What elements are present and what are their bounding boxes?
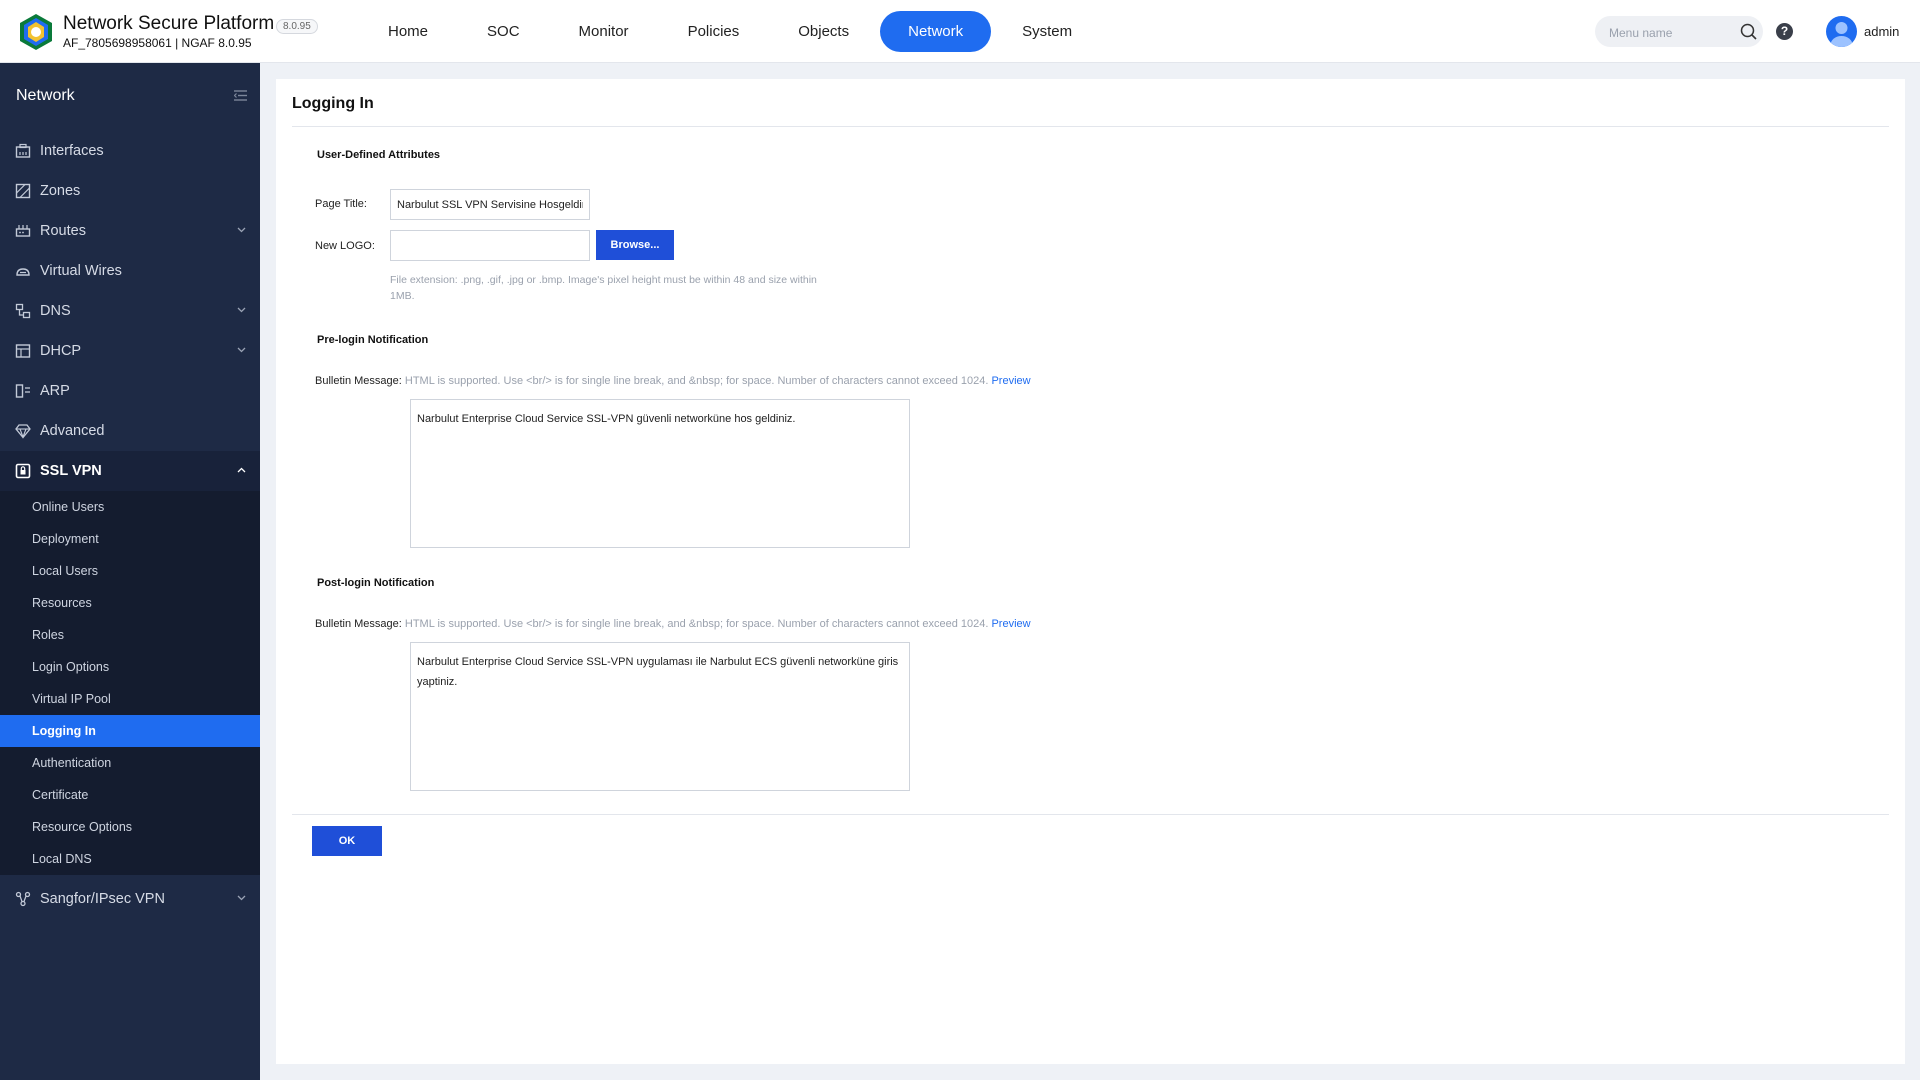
sidebar-title: Network bbox=[16, 87, 75, 104]
sidebar-item-label: SSL VPN bbox=[40, 463, 102, 479]
new-logo-file-field[interactable] bbox=[390, 230, 590, 261]
pre-login-preview-link[interactable]: Preview bbox=[991, 375, 1030, 387]
browse-button[interactable]: Browse... bbox=[596, 230, 674, 260]
zones-icon bbox=[15, 183, 31, 199]
sidebar-item-label: ARP bbox=[40, 383, 70, 399]
avatar[interactable] bbox=[1826, 16, 1857, 47]
sidebar-subitem-resource-options[interactable]: Resource Options bbox=[0, 811, 260, 843]
nav-home[interactable]: Home bbox=[360, 11, 456, 52]
advanced-icon bbox=[15, 424, 31, 439]
pre-login-bulletin-hint: HTML is supported. Use <br/> is for sing… bbox=[404, 375, 989, 387]
sidebar-item-label: Routes bbox=[40, 223, 86, 239]
pre-login-message-textarea[interactable]: Narbulut Enterprise Cloud Service SSL-VP… bbox=[410, 399, 910, 548]
sidebar-item-label: DNS bbox=[40, 303, 71, 319]
ssl-vpn-submenu: Online Users Deployment Local Users Reso… bbox=[0, 491, 260, 875]
sidebar-item-label: Virtual Wires bbox=[40, 263, 122, 279]
sidebar-subitem-local-users[interactable]: Local Users bbox=[0, 555, 260, 587]
virtual-wires-icon bbox=[16, 268, 30, 276]
pre-login-bulletin-row: Bulletin Message: HTML is supported. Use… bbox=[315, 375, 1031, 387]
pre-login-section-title: Pre-login Notification bbox=[317, 334, 429, 346]
page-title-label: Page Title: bbox=[315, 198, 367, 210]
chevron-down-icon bbox=[237, 227, 246, 233]
interfaces-icon bbox=[15, 143, 31, 158]
sidebar-subitem-logging-in[interactable]: Logging In bbox=[0, 715, 260, 747]
page-title: Logging In bbox=[292, 95, 374, 112]
routes-icon bbox=[15, 225, 31, 237]
sidebar-item-label: DHCP bbox=[40, 343, 82, 359]
nav-objects[interactable]: Objects bbox=[770, 11, 877, 52]
device-info: AF_7805698958061 | NGAF 8.0.95 bbox=[63, 36, 252, 50]
nav-policies[interactable]: Policies bbox=[660, 11, 768, 52]
top-bar: Network Secure Platform 8.0.95 AF_780569… bbox=[0, 0, 1920, 63]
dhcp-icon bbox=[15, 344, 31, 358]
top-nav: Home SOC Monitor Policies Objects Networ… bbox=[360, 11, 1103, 52]
sidebar-item-interfaces[interactable]: Interfaces bbox=[0, 131, 260, 171]
content-panel: Logging In User-Defined Attributes Page … bbox=[276, 79, 1905, 1064]
sidebar-subitem-roles[interactable]: Roles bbox=[0, 619, 260, 651]
nav-network[interactable]: Network bbox=[880, 11, 992, 52]
sidebar-subitem-virtual-ip-pool[interactable]: Virtual IP Pool bbox=[0, 683, 260, 715]
arp-icon bbox=[15, 384, 30, 398]
sidebar-subitem-certificate[interactable]: Certificate bbox=[0, 779, 260, 811]
ok-button[interactable]: OK bbox=[312, 826, 382, 856]
sidebar: Network Interfaces Zones Routes Virtual … bbox=[0, 63, 260, 1080]
sidebar-item-routes[interactable]: Routes bbox=[0, 211, 260, 251]
sidebar-menu: Interfaces Zones Routes Virtual Wires DN… bbox=[0, 131, 260, 919]
footer-divider bbox=[292, 814, 1889, 815]
title-divider bbox=[292, 126, 1889, 127]
nav-soc[interactable]: SOC bbox=[459, 11, 548, 52]
sidebar-item-ssl-vpn[interactable]: SSL VPN bbox=[0, 451, 260, 491]
pre-login-bulletin-label: Bulletin Message: bbox=[315, 375, 402, 387]
post-login-bulletin-hint: HTML is supported. Use <br/> is for sing… bbox=[404, 618, 989, 630]
sidebar-item-advanced[interactable]: Advanced bbox=[0, 411, 260, 451]
brand-logo-icon bbox=[20, 14, 52, 50]
page-title-input[interactable] bbox=[390, 189, 590, 220]
post-login-message-textarea[interactable]: Narbulut Enterprise Cloud Service SSL-VP… bbox=[410, 642, 910, 791]
ssl-vpn-icon bbox=[15, 463, 31, 479]
new-logo-label: New LOGO: bbox=[315, 240, 375, 252]
collapse-menu-icon[interactable] bbox=[234, 90, 247, 101]
sidebar-item-arp[interactable]: ARP bbox=[0, 371, 260, 411]
chevron-down-icon bbox=[237, 347, 246, 353]
post-login-section-title: Post-login Notification bbox=[317, 577, 435, 589]
nav-system[interactable]: System bbox=[994, 11, 1100, 52]
sidebar-item-zones[interactable]: Zones bbox=[0, 171, 260, 211]
chevron-up-icon bbox=[237, 467, 246, 473]
chevron-down-icon bbox=[237, 307, 246, 313]
brand-title: Network Secure Platform bbox=[63, 13, 275, 34]
ipsec-vpn-icon bbox=[15, 891, 31, 907]
sidebar-item-label: Zones bbox=[40, 183, 81, 199]
sidebar-subitem-login-options[interactable]: Login Options bbox=[0, 651, 260, 683]
post-login-bulletin-label: Bulletin Message: bbox=[315, 618, 402, 630]
menu-search-input[interactable] bbox=[1607, 16, 1731, 49]
search-icon[interactable] bbox=[1740, 23, 1757, 40]
menu-search bbox=[1595, 16, 1763, 49]
dns-icon bbox=[15, 303, 31, 319]
version-badge: 8.0.95 bbox=[276, 19, 318, 34]
sidebar-subitem-online-users[interactable]: Online Users bbox=[0, 491, 260, 523]
logo-file-hint-line1: File extension: .png, .gif, .jpg or .bmp… bbox=[390, 274, 817, 286]
sidebar-item-ipsec-vpn[interactable]: Sangfor/IPsec VPN bbox=[0, 879, 260, 919]
sidebar-subitem-local-dns[interactable]: Local DNS bbox=[0, 843, 260, 875]
logo-file-hint-line2: 1MB. bbox=[390, 290, 415, 302]
sidebar-subitem-deployment[interactable]: Deployment bbox=[0, 523, 260, 555]
sidebar-subitem-authentication[interactable]: Authentication bbox=[0, 747, 260, 779]
nav-monitor[interactable]: Monitor bbox=[551, 11, 657, 52]
help-icon[interactable]: ? bbox=[1776, 23, 1793, 40]
sidebar-item-label: Advanced bbox=[40, 423, 105, 439]
user-avatar-icon bbox=[1830, 22, 1853, 47]
sidebar-item-label: Interfaces bbox=[40, 143, 104, 159]
logo-file-hint: File extension: .png, .gif, .jpg or .bmp… bbox=[390, 272, 890, 304]
user-defined-section-title: User-Defined Attributes bbox=[317, 149, 441, 161]
post-login-preview-link[interactable]: Preview bbox=[991, 618, 1030, 630]
sidebar-item-virtual-wires[interactable]: Virtual Wires bbox=[0, 251, 260, 291]
username[interactable]: admin bbox=[1864, 24, 1899, 39]
post-login-bulletin-row: Bulletin Message: HTML is supported. Use… bbox=[315, 618, 1031, 630]
sidebar-item-label: Sangfor/IPsec VPN bbox=[40, 891, 165, 907]
sidebar-subitem-resources[interactable]: Resources bbox=[0, 587, 260, 619]
chevron-down-icon bbox=[237, 895, 246, 901]
sidebar-item-dns[interactable]: DNS bbox=[0, 291, 260, 331]
sidebar-item-dhcp[interactable]: DHCP bbox=[0, 331, 260, 371]
